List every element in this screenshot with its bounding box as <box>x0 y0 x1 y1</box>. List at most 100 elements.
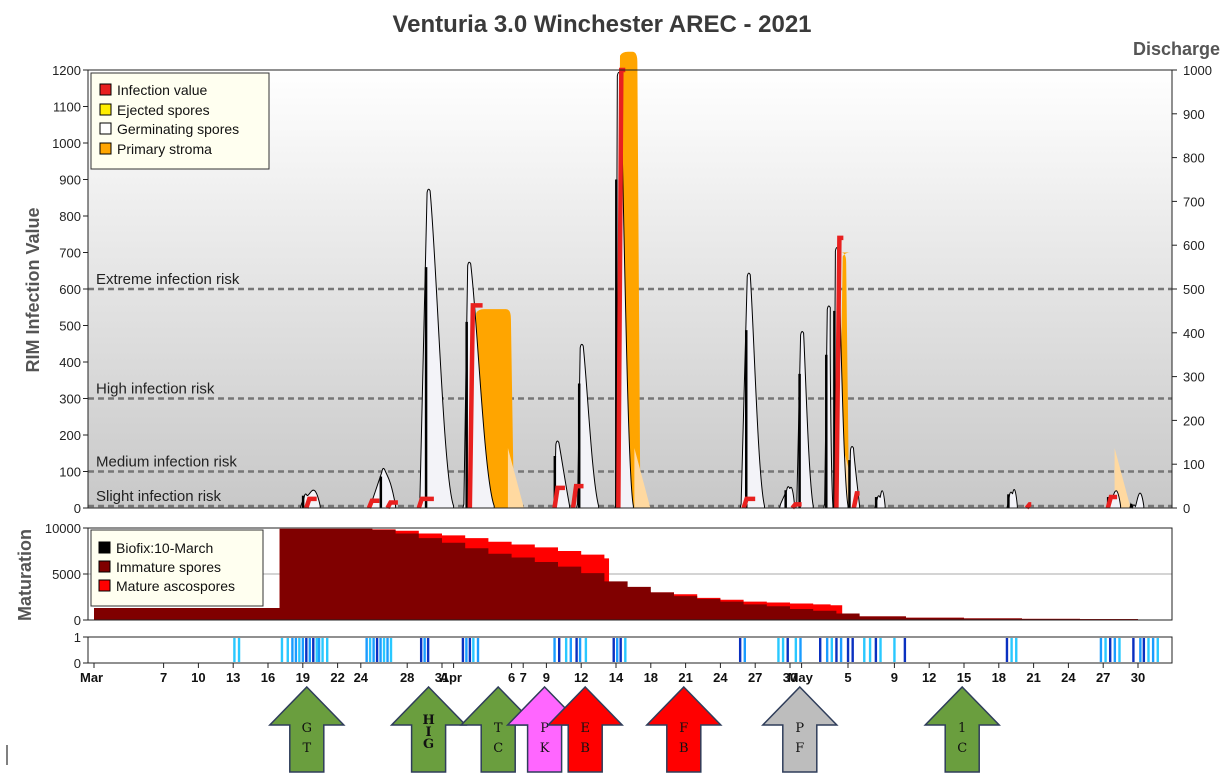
left-tick-label: 800 <box>59 209 81 224</box>
wetness-bar <box>830 638 833 662</box>
wetness-bar <box>280 638 284 662</box>
date-tick-label: May <box>788 670 814 685</box>
wetness-bar <box>1104 638 1107 662</box>
wetness-bar <box>423 638 426 662</box>
date-tick-label: 18 <box>644 670 658 685</box>
wetness-bar <box>294 638 298 662</box>
wetness-y-ticks: 01 <box>74 630 88 671</box>
date-tick-label: 24 <box>354 670 369 685</box>
wetness-bar <box>1113 638 1117 662</box>
wetness-tick-label: 1 <box>74 630 81 645</box>
right-tick-label: 400 <box>1183 326 1205 341</box>
wetness-bar <box>365 638 368 662</box>
right-y-ticks: 0 100 200 300 400 500 600 700 800 900 1000 <box>1172 63 1212 516</box>
date-tick-label: 24 <box>713 670 728 685</box>
y-axis-title: RIM Infection Value <box>23 207 43 372</box>
maturation-tick-label: 0 <box>74 613 81 628</box>
legend-swatch-immature <box>98 560 111 573</box>
wetness-bar <box>558 638 561 662</box>
date-tick-label: 27 <box>1096 670 1110 685</box>
wetness-bar <box>619 638 622 662</box>
wetness-bar <box>419 638 423 662</box>
date-tick-label: 18 <box>992 670 1006 685</box>
wetness-bar <box>286 638 289 662</box>
left-y-ticks: 0 100 200 300 400 500 600 700 800 900 1000 1100 1200 <box>52 63 88 516</box>
right-tick-label: 600 <box>1183 238 1205 253</box>
wetness-bar <box>461 638 465 662</box>
wetness-bar <box>794 638 798 662</box>
wetness-strip-background <box>88 637 1172 663</box>
maturation-y-ticks: 0 5000 10000 <box>45 521 88 628</box>
wetness-bar <box>825 638 829 662</box>
legend-label-stroma: Primary stroma <box>117 141 212 157</box>
date-tick-label: 22 <box>330 670 344 685</box>
wetness-bar <box>372 638 375 662</box>
date-tick-label: 21 <box>678 670 692 685</box>
wetness-bar <box>308 638 311 662</box>
left-tick-label: 400 <box>59 355 81 370</box>
legend-swatch-stroma <box>99 142 112 155</box>
wetness-bar <box>375 638 379 662</box>
legend-label-germinating: Germinating spores <box>117 121 239 137</box>
wetness-bar <box>298 638 301 662</box>
wetness-bar <box>301 638 305 662</box>
wetness-bar <box>553 638 556 662</box>
date-tick-label: 15 <box>957 670 971 685</box>
wetness-bar <box>839 638 843 662</box>
date-tick-label: 16 <box>261 670 275 685</box>
wetness-bar <box>476 638 480 662</box>
wetness-bar <box>584 638 588 662</box>
left-tick-label: 1000 <box>52 136 81 151</box>
wetness-bar <box>468 638 472 662</box>
maturation-axis-title: Maturation <box>15 529 35 621</box>
wetness-bar <box>786 638 789 662</box>
right-tick-label: 1000 <box>1183 63 1212 78</box>
right-tick-label: 800 <box>1183 151 1205 166</box>
wetness-bar <box>799 638 802 662</box>
wetness-bar <box>321 638 324 662</box>
right-tick-label: 900 <box>1183 107 1205 122</box>
risk-label: Medium infection risk <box>96 454 237 471</box>
wetness-bar <box>382 638 386 662</box>
date-tick-label: 28 <box>400 670 414 685</box>
wetness-bar <box>1015 638 1018 662</box>
left-tick-label: 700 <box>59 246 81 261</box>
chart-title: Venturia 3.0 Winchester AREC - 2021 <box>392 11 811 38</box>
right-tick-label: 500 <box>1183 282 1205 297</box>
wetness-bar <box>819 638 822 662</box>
date-tick-label: 19 <box>296 670 310 685</box>
date-tick-label: 24 <box>1061 670 1076 685</box>
legend-swatch-ejected <box>99 103 112 116</box>
y-axis-right-title: Discharge <box>1133 39 1220 59</box>
wetness-bar <box>1099 638 1103 662</box>
main-legend: Infection value Ejected spores Germinati… <box>90 72 270 170</box>
wetness-bar <box>1156 638 1159 662</box>
legend-swatch-mature <box>98 579 111 592</box>
wetness-bar <box>326 638 329 662</box>
wetness-bar <box>312 638 315 662</box>
right-tick-label: 0 <box>1183 501 1190 516</box>
wetness-bar <box>379 638 382 662</box>
right-tick-label: 100 <box>1183 457 1205 472</box>
wetness-bar <box>616 638 619 662</box>
wetness-bar <box>624 638 627 662</box>
legend-swatch-germinating <box>99 122 112 135</box>
date-tick-label: 13 <box>226 670 240 685</box>
date-tick-label: 6 <box>508 670 515 685</box>
wetness-bar <box>1005 638 1009 662</box>
wetness-bar <box>426 638 430 662</box>
legend-label-mature: Mature ascospores <box>116 578 235 594</box>
wetness-bar <box>903 638 907 662</box>
wetness-bar <box>1109 638 1112 662</box>
date-tick-label: Mar <box>80 670 103 685</box>
wetness-bar <box>317 638 321 662</box>
left-tick-label: 200 <box>59 428 81 443</box>
wetness-bar <box>612 638 615 662</box>
wetness-bar <box>233 638 236 662</box>
maturation-tick-label: 5000 <box>52 567 81 582</box>
wetness-bar <box>1132 638 1135 662</box>
wetness-bar <box>386 638 389 662</box>
date-tick-label: 9 <box>543 670 550 685</box>
date-tick-label: 14 <box>609 670 624 685</box>
wetness-bar <box>781 638 785 662</box>
